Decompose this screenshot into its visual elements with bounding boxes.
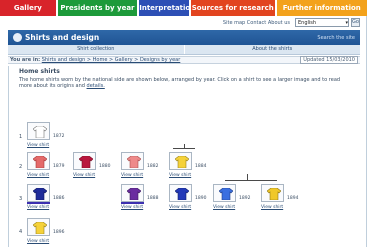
shirt-item[interactable]: 1879 View shirt (27, 152, 71, 182)
view-shirt-link[interactable]: View shirt (121, 173, 143, 178)
shirt-thumbnail[interactable] (121, 152, 144, 170)
view-shirt-link[interactable]: View shirt (27, 173, 49, 178)
view-shirt-link[interactable]: View shirt (169, 173, 191, 178)
row-number: 3 (19, 196, 22, 202)
shirt-item[interactable]: 1886 View shirt (27, 184, 71, 214)
shirt-icon (175, 188, 189, 200)
shirt-thumbnail[interactable] (27, 152, 50, 170)
tab-interpretation[interactable]: Interpretation (139, 0, 189, 16)
shirt-year-label: 1879 (53, 164, 64, 169)
row-number: 4 (19, 229, 22, 235)
shirt-thumbnail[interactable] (169, 152, 192, 170)
shirt-item[interactable]: 1896 View shirt (27, 218, 71, 248)
banner-title-text: Shirts and design (25, 33, 99, 42)
tab-sources[interactable]: Sources for research (191, 0, 275, 16)
tab-presidents-by-year[interactable]: Presidents by year (58, 0, 138, 16)
breadcrumb-path[interactable]: Shirts and design > Home > Gallery > Des… (42, 57, 181, 63)
shirt-item[interactable]: 1872 View shirt (27, 122, 71, 152)
shirt-icon (267, 188, 281, 200)
shirt-year-label: 1888 (147, 196, 158, 201)
shirt-icon (33, 222, 47, 234)
row-number: 2 (19, 164, 22, 170)
banner-search-link[interactable]: Search the site (317, 35, 355, 41)
view-shirt-link[interactable]: View shirt (169, 205, 191, 210)
shirt-year-label: 1882 (147, 164, 158, 169)
site-banner: Shirts and design Search the site (8, 30, 360, 45)
shirt-year-label: 1886 (53, 196, 64, 201)
shirt-item[interactable]: 1888 View shirt (121, 184, 165, 214)
view-shirt-link[interactable]: View shirt (27, 143, 49, 148)
shirt-year-label: 1872 (53, 134, 64, 139)
shirt-icon (33, 126, 47, 138)
tab-gallery[interactable]: Gallery (0, 0, 56, 16)
shirt-icon (79, 156, 93, 168)
logo-icon (13, 33, 22, 42)
shirt-icon (33, 188, 47, 200)
breadcrumb-prefix: You are in: (10, 57, 40, 63)
shirt-item[interactable]: 1892 View shirt (213, 184, 257, 214)
shirt-year-label: 1880 (99, 164, 110, 169)
shirt-icon (33, 156, 47, 168)
view-shirt-link[interactable]: View shirt (213, 205, 235, 210)
shirt-item[interactable]: 1894 View shirt (261, 184, 305, 214)
breadcrumb-links: You are in: Shirts and design > Home > G… (10, 57, 180, 63)
page: Gallery Presidents by year Interpretatio… (0, 0, 367, 247)
shirt-year-label: 1892 (239, 196, 250, 201)
view-shirt-link[interactable]: View shirt (73, 173, 95, 178)
tree-connector (225, 180, 277, 181)
shirt-thumbnail[interactable] (27, 218, 50, 236)
utility-links[interactable]: Site map Contact About us (223, 20, 290, 26)
shirt-year-label: 1894 (287, 196, 298, 201)
shirt-icon (127, 188, 141, 200)
shirt-icon (219, 188, 233, 200)
subnav-item-about[interactable]: About the shirts (185, 45, 361, 54)
go-button[interactable]: Go (351, 18, 360, 27)
shirt-icon (175, 156, 189, 168)
subnav-item-collection[interactable]: Shirt collection (8, 45, 184, 54)
shirt-item[interactable]: 1882 View shirt (121, 152, 165, 182)
shirt-icon (127, 156, 141, 168)
shirt-item[interactable]: 1884 View shirt (169, 152, 213, 182)
shirt-thumbnail[interactable] (261, 184, 284, 202)
shirt-thumbnail[interactable] (73, 152, 96, 170)
shirt-thumbnail[interactable] (27, 184, 50, 202)
updated-date: Updated 15/03/2010 (300, 56, 358, 64)
view-shirt-link[interactable]: View shirt (27, 205, 49, 210)
shirt-thumbnail[interactable] (27, 122, 50, 140)
shirt-year-label: 1884 (195, 164, 206, 169)
sub-navigation: Shirt collection About the shirts (8, 45, 360, 55)
tab-further-information[interactable]: Further information (277, 0, 367, 16)
top-tab-bar: Gallery Presidents by year Interpretatio… (0, 0, 367, 16)
intro-text: The home shirts worn by the national sid… (19, 77, 349, 89)
chevron-down-icon: ▾ (345, 19, 348, 26)
language-value: English (298, 19, 316, 26)
selection-indicator (121, 202, 144, 204)
shirt-year-label: 1890 (195, 196, 206, 201)
selection-indicator (27, 202, 50, 204)
intro-body: The home shirts worn by the national sid… (19, 77, 340, 89)
shirt-thumbnail[interactable] (169, 184, 192, 202)
tree-connector (173, 148, 195, 149)
utility-bar: Site map Contact About us English ▾ Go (223, 17, 360, 28)
shirt-item[interactable]: 1880 View shirt (73, 152, 117, 182)
page-title: Home shirts (19, 68, 60, 75)
view-shirt-link[interactable]: View shirt (27, 239, 49, 244)
row-number: 1 (19, 134, 22, 140)
banner-title: Shirts and design (13, 33, 99, 42)
view-shirt-link[interactable]: View shirt (121, 205, 143, 210)
shirt-year-label: 1896 (53, 230, 64, 235)
intro-more-link[interactable]: details. (87, 83, 105, 89)
shirt-thumbnail[interactable] (213, 184, 236, 202)
shirt-thumbnail[interactable] (121, 184, 144, 202)
view-shirt-link[interactable]: View shirt (261, 205, 283, 210)
main-content: Home shirts The home shirts worn by the … (8, 66, 361, 247)
language-select[interactable]: English ▾ (295, 18, 349, 27)
shirt-item[interactable]: 1890 View shirt (169, 184, 213, 214)
breadcrumb: You are in: Shirts and design > Home > G… (8, 56, 360, 64)
